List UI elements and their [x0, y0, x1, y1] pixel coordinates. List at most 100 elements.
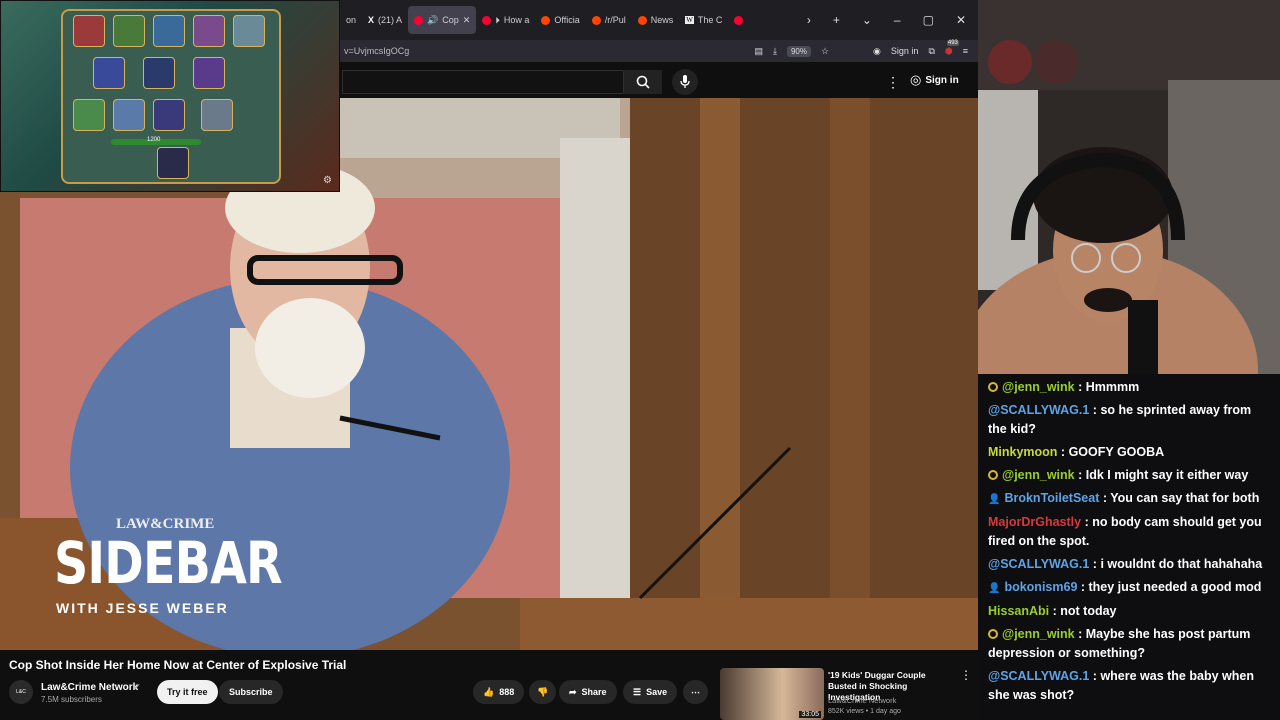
extensions-icon[interactable]: ⧉ [928, 46, 934, 57]
browser-tab[interactable]: on [340, 6, 362, 34]
subscribe-label: Subscribe [229, 687, 273, 697]
chat-username[interactable]: BroknToiletSeat [1004, 491, 1099, 505]
mod-badge-icon [988, 382, 998, 392]
zoom-level[interactable]: 90% [786, 45, 811, 57]
youtube-favicon-icon [414, 15, 424, 25]
save-button[interactable]: ☰ Save [623, 680, 678, 704]
chat-message: 👤 bokonism69 : they just needed a good mo… [988, 578, 1272, 598]
new-tab-icon[interactable]: + [833, 13, 840, 27]
ublock-icon[interactable]: ⬢ 493 [945, 39, 959, 57]
tab-label: on [346, 15, 357, 25]
chat-separator: : [1074, 380, 1086, 394]
tab-label: How a [503, 15, 530, 25]
chat-separator: : [1077, 580, 1089, 594]
browser-tab[interactable]: X (21) A [362, 6, 408, 34]
chat-username[interactable]: HissanAbi [988, 604, 1049, 618]
chat-message: @SCALLYWAG.1 : where was the baby when s… [988, 667, 1272, 705]
account-circle-icon: ◎ [910, 72, 922, 87]
thumbs-down-icon: 👎 [537, 686, 549, 697]
chat-username[interactable]: @SCALLYWAG.1 [988, 557, 1089, 571]
microphone-icon [680, 75, 690, 88]
chat-username[interactable]: @SCALLYWAG.1 [988, 403, 1089, 417]
search-input[interactable] [342, 70, 624, 94]
search-icon [636, 75, 650, 89]
overlay-with-text: WITH JESSE WEBER [56, 600, 229, 616]
minion-card [93, 57, 125, 89]
share-icon: ➦ [569, 686, 577, 697]
url-bar[interactable]: v=UvjmcsIgOCg ▤ ⤓ 90% ☆ ◉ Sign in ⧉ ⬢ 493… [340, 39, 978, 62]
browser-tab[interactable]: ⏵ How a [476, 6, 535, 34]
bookmark-star-icon[interactable]: ☆ [821, 46, 829, 57]
chat-text: not today [1060, 604, 1117, 618]
try-free-button[interactable]: Try it free [157, 680, 218, 704]
reader-view-icon[interactable]: ▤ [754, 46, 763, 57]
chat-username[interactable]: @jenn_wink [1002, 627, 1075, 641]
settings-gear-icon: ⚙ [323, 175, 332, 186]
chat-text: Idk I might say it either way [1085, 468, 1249, 482]
chat-message: @SCALLYWAG.1 : so he sprinted away from … [988, 401, 1272, 439]
search-button[interactable] [624, 70, 662, 94]
close-window-icon[interactable]: ✕ [956, 13, 966, 27]
voice-search-button[interactable] [672, 69, 698, 95]
user-badge-icon: 👤 [988, 494, 1001, 505]
chat-separator: : [1074, 468, 1086, 482]
url-text[interactable]: v=UvjmcsIgOCg [344, 46, 409, 56]
chat-separator: : [1089, 403, 1101, 417]
settings-kebab-icon[interactable]: ⋮ [886, 74, 900, 91]
tab-label: The C [697, 15, 723, 25]
browser-signin-button[interactable]: Sign in [891, 46, 919, 56]
subscribe-button[interactable]: Subscribe [219, 680, 283, 704]
try-free-label: Try it free [167, 687, 208, 697]
x-logo-icon: X [368, 15, 375, 25]
menu-icon[interactable]: ≡ [963, 46, 968, 56]
chat-username[interactable]: @SCALLYWAG.1 [988, 669, 1089, 683]
minion-card [113, 15, 145, 47]
mod-badge-icon [988, 629, 998, 639]
minion-card [193, 15, 225, 47]
channel-avatar[interactable]: L&C [9, 680, 33, 704]
minimize-icon[interactable]: – [894, 13, 901, 27]
save-label: Save [646, 687, 668, 697]
browser-tab[interactable]: Officia [535, 6, 585, 34]
more-actions-button[interactable]: ⋯ [683, 680, 708, 704]
chat-text: they just needed a good mod [1088, 580, 1262, 594]
tab-label: News [650, 15, 674, 25]
minion-card [73, 99, 105, 131]
channel-name[interactable]: Law&Crime Network [41, 682, 138, 693]
browser-tab[interactable]: /r/Pul [586, 6, 632, 34]
video-title: Cop Shot Inside Her Home Now at Center o… [9, 658, 347, 672]
chat-username[interactable]: MajorDrGhastly [988, 515, 1081, 529]
minion-card [153, 99, 185, 131]
minion-card [143, 57, 175, 89]
game-overlay: 1200 ⚙ [0, 0, 340, 192]
chat-message: 👤 BroknToiletSeat : You can say that for … [988, 489, 1272, 509]
download-icon[interactable]: ⤓ [773, 46, 777, 57]
chat-username[interactable]: bokonism69 [1004, 580, 1077, 594]
scroll-tabs-right-icon[interactable]: › [807, 13, 811, 27]
list-tabs-icon[interactable]: ⌄ [862, 13, 872, 27]
chat-message: @SCALLYWAG.1 : i wouldnt do that hahahah… [988, 555, 1272, 574]
share-button[interactable]: ➦ Share [559, 680, 617, 704]
browser-tab[interactable]: News [632, 6, 680, 34]
chat-username[interactable]: @jenn_wink [1002, 468, 1075, 482]
speaker-icon[interactable]: 🔊 [427, 15, 438, 26]
chat-message: HissanAbi : not today [988, 602, 1272, 621]
browser-tab[interactable] [728, 6, 749, 34]
recommended-thumbnail: 33:05 [720, 668, 824, 720]
video-duration: 33:05 [799, 711, 821, 718]
subscriber-count: 7.5M subscribers [41, 695, 102, 704]
browser-tab[interactable]: W The C [679, 6, 728, 34]
chat-username[interactable]: Minkymoon [988, 445, 1057, 459]
close-tab-icon[interactable]: ✕ [463, 15, 471, 26]
youtube-signin-button[interactable]: ◎ Sign in [910, 72, 959, 88]
chat-username[interactable]: @jenn_wink [1002, 380, 1075, 394]
chat-separator: : [1099, 491, 1111, 505]
dislike-button[interactable]: 👎 [529, 680, 557, 704]
browser-tab-active[interactable]: 🔊 Cop ✕ [408, 6, 477, 34]
recommended-video[interactable]: 33:05 '19 Kids' Duggar Couple Busted in … [720, 668, 974, 720]
maximize-icon[interactable]: ▢ [923, 13, 934, 27]
like-button[interactable]: 👍 888 [473, 680, 525, 704]
recommended-menu-icon[interactable]: ⋮ [960, 668, 972, 682]
account-icon[interactable]: ◉ [873, 46, 881, 57]
thumbs-up-icon: 👍 [483, 686, 495, 697]
